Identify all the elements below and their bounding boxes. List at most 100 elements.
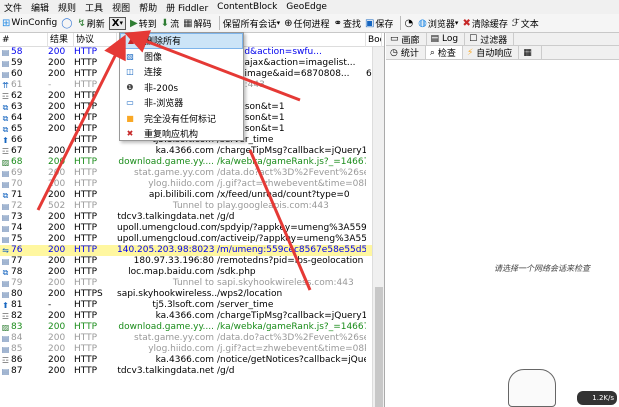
table-row[interactable]: ▤ 70 200 HTTP ylog.hiido.com/j.gif?act=zhweb… <box>0 179 384 190</box>
tab-filters[interactable]: ☐ 过滤器 <box>465 33 515 46</box>
cell-id: ⧉ 63 <box>0 102 48 113</box>
table-row[interactable]: ▤ 85 200 HTTP ylog.hiido.com/j.gif?act=zhweb… <box>0 344 384 355</box>
keep-sessions-dropdown[interactable]: 保留所有会话 ▾ <box>223 17 281 30</box>
menu-item[interactable]: 册 Fiddler <box>166 1 208 14</box>
table-row[interactable]: ⧉ 78 200 HTTP loc.map.baidu.com/sdk.php <box>0 267 384 278</box>
scrollbar-thumb[interactable] <box>375 287 383 407</box>
tab-log[interactable]: ▤ Log <box>427 33 466 45</box>
find-button[interactable]: ⚭ 查找 <box>334 17 361 30</box>
cell-host: Tunnel to <box>172 278 214 288</box>
cell-host: stat.game.yy.com <box>134 168 214 178</box>
any-process-button[interactable]: ⊕ 任何进程 <box>284 17 329 30</box>
table-row[interactable]: ⬆ 81- HTTP tj5.3lsoft.com/server_time <box>0 300 384 311</box>
decode-button[interactable]: ▦ 解码 <box>183 17 211 30</box>
mascot-sticker-image <box>508 369 556 407</box>
inspector-panel: ▭ 画廊 ▤ Log ☐ 过滤器 ◷ 统计 ⌕ 检查 ⚡ 自动响应 ▦ 请选择一个网络会话来… <box>386 33 619 407</box>
text-wizard-button[interactable]: ℱ 文本 <box>512 17 539 30</box>
table-row[interactable]: ▤ 69 200 HTTP stat.game.yy.com/data.do?act%3… <box>0 168 384 179</box>
table-row[interactable]: ☲ 82 200 HTTP ka.4366.com/chargeTipMsg?callb… <box>0 311 384 322</box>
tab-inspectors[interactable]: ⌕ 检查 <box>425 46 463 59</box>
doc-icon: ▤ <box>1 257 10 266</box>
tab-autoresponder[interactable]: ⚡ 自动响应 <box>463 46 520 59</box>
table-row[interactable]: ▨ 68 200 HTTP download.game.yy..../ka/webka/… <box>0 157 384 168</box>
cell-result: 200 <box>48 146 66 156</box>
cell-url: /spdyip/?appkey=umeng%3A559cec856... <box>217 223 366 233</box>
menu-item[interactable]: 编辑 <box>31 1 49 14</box>
column-result[interactable]: 结果 <box>48 33 74 47</box>
winconfig-button[interactable]: ⊞ WinConfig <box>2 18 57 29</box>
menu-item[interactable]: ContentBlock <box>217 2 277 12</box>
remove-sessions-button[interactable]: X ▾ <box>108 16 127 30</box>
cell-url: sapi.skyhookwireless.com:443 <box>217 278 354 288</box>
cell-host: upoll.umengcloud.com <box>117 234 217 244</box>
table-row[interactable]: ▤ 80 200 HTTPS sapi.skyhookwireless..../wps2… <box>0 289 384 300</box>
table-row[interactable]: ⧉ 71 200 HTTP api.bilibili.com/x/feed/unread… <box>0 190 384 201</box>
cell-protocol: HTTP <box>74 58 98 68</box>
stream-icon: ⬇ <box>160 17 170 29</box>
menu-item[interactable]: 视图 <box>112 1 130 14</box>
cell-result: 200 <box>48 267 66 277</box>
go-button[interactable]: ▶ 转到 <box>130 17 157 30</box>
clock-icon: ◷ <box>390 47 398 58</box>
column-protocol[interactable]: 协议 <box>74 33 117 47</box>
table-row[interactable]: ▤ 74 200 HTTP upoll.umengcloud.com/spdyip/?a… <box>0 223 384 234</box>
cell-id: ▤ 85 <box>1 344 23 354</box>
cell-id: ▤ 77 <box>1 256 23 266</box>
refresh-button[interactable]: ↯ 刷新 <box>77 17 104 30</box>
clear-cache-button[interactable]: ✖ 清除缓存 <box>462 17 507 30</box>
menu-item-image[interactable]: ▧ 图像 <box>120 49 243 65</box>
comment-button[interactable]: ◯ <box>61 18 73 29</box>
windows-icon: ⊞ <box>2 17 11 29</box>
menu-item[interactable]: 工具 <box>85 1 103 14</box>
cell-url: /data.do?act%3D%2Fevent%26session... <box>217 168 366 178</box>
table-row[interactable]: ⇋ 76 200 HTTP 140.205.203.98:8023/m/umeng:55… <box>0 245 384 256</box>
menu-item-marker[interactable]: ■ 完全没有任何标记 <box>120 111 243 127</box>
column-body[interactable]: Body <box>366 33 382 47</box>
table-row[interactable]: ▤ 84 200 HTTP stat.game.yy.com/data.do?act%3… <box>0 333 384 344</box>
doc-icon: ▤ <box>1 180 10 189</box>
cell-host: loc.map.baidu.com <box>128 267 214 277</box>
table-row[interactable]: ☲ 86 200 HTTP ka.4366.com/notice/getNotices?… <box>0 355 384 366</box>
stream-button[interactable]: ⬇ 流 <box>161 17 179 30</box>
browser-button[interactable]: ◍ 浏览器 ▾ <box>418 17 458 30</box>
menu-item[interactable]: 帮助 <box>139 1 157 14</box>
table-row[interactable]: ☲ 67 200 HTTP ka.4366.com/chargeTipMsg?callb… <box>0 146 384 157</box>
table-row[interactable]: ▤ 87 200 HTTP tdcv3.talkingdata.net/g/d <box>0 366 384 377</box>
table-row[interactable]: ▤ 72 502 HTTP Tunnel to play.googleapis.com:4… <box>0 201 384 212</box>
menu-item-browser[interactable]: ▭ 非-浏览器 <box>120 95 243 111</box>
menu-item-warning[interactable]: ▲ 删除所有 <box>120 33 243 49</box>
tab-statistics[interactable]: ◷ 统计 <box>386 46 426 59</box>
menu-item-connect[interactable]: ◫ 连接 <box>120 64 243 80</box>
inspector-top-tabs: ▭ 画廊 ▤ Log ☐ 过滤器 <box>386 33 619 46</box>
table-row[interactable]: ▤ 77 200 HTTP 180.97.33.196:80/remotedns?pid… <box>0 256 384 267</box>
up-icon: ⬆ <box>2 136 9 145</box>
tab-gallery[interactable]: ▭ 画廊 <box>386 33 427 46</box>
timer-button[interactable]: ◔ <box>404 18 414 29</box>
table-row[interactable]: ▤ 79 200 HTTP Tunnel to sapi.skyhookwireless.… <box>0 278 384 289</box>
cell-protocol: HTTP <box>74 223 98 233</box>
table-row[interactable]: ▨ 83 200 HTTP download.game.yy..../ka/webka/… <box>0 322 384 333</box>
cell-host: tdcv3.talkingdata.net <box>117 212 214 222</box>
save-button[interactable]: ▣ 保存 <box>365 17 393 30</box>
doc-icon: ▤ <box>1 235 10 244</box>
table-row[interactable]: ▤ 75 200 HTTP upoll.umengcloud.com/activeip/… <box>0 234 384 245</box>
column-id[interactable]: # <box>0 33 48 47</box>
cell-id: ☲ 86 <box>1 355 23 365</box>
table-row[interactable]: ▤ 73 200 HTTP tdcv3.talkingdata.net/g/d <box>0 212 384 223</box>
menu-item[interactable]: GeoEdge <box>286 2 327 12</box>
menu-item[interactable]: 规则 <box>58 1 76 14</box>
menu-item-redirect[interactable]: ✖ 重复响应机构 <box>120 126 243 142</box>
cell-host: download.game.yy.... <box>118 157 214 167</box>
chevron-down-icon: ▾ <box>119 19 124 27</box>
tunnel-icon: ⇈ <box>2 81 9 90</box>
cell-protocol: HTTP <box>74 333 98 343</box>
menu-item[interactable]: 文件 <box>4 1 22 14</box>
inspector-bottom-tabs: ◷ 统计 ⌕ 检查 ⚡ 自动响应 ▦ <box>386 46 619 60</box>
vertical-scrollbar[interactable] <box>372 47 384 407</box>
json-icon: ⧉ <box>2 103 9 112</box>
cell-result: 200 <box>48 179 66 189</box>
cell-host: download.game.yy.... <box>118 322 214 332</box>
menu-item-non200[interactable]: ❶ 非-200s <box>120 80 243 96</box>
tab-composer[interactable]: ▦ <box>519 46 542 59</box>
cell-result: 200 <box>48 190 66 200</box>
